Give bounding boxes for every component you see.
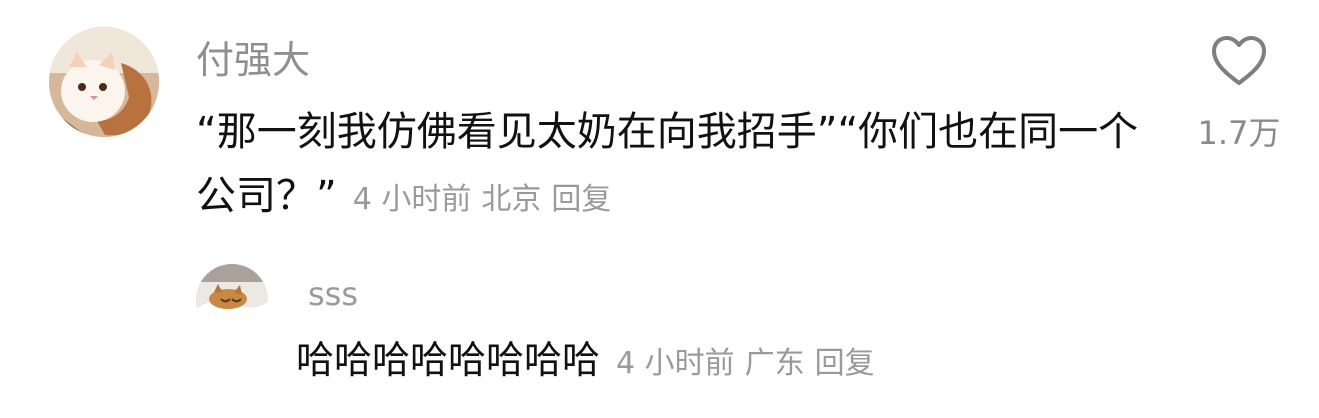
heart-outline-icon[interactable]	[1194, 34, 1284, 86]
comment-location: 北京	[481, 182, 542, 217]
reply-reply-button[interactable]: 回复	[815, 346, 875, 381]
reply-location: 广东	[744, 346, 805, 381]
like-count: 1.7万	[1197, 114, 1281, 152]
reply-avatar[interactable]	[196, 264, 268, 336]
comment-item: 付强大 “那一刻我仿佛看见太奶在向我招手”“你们也在同一个公司？” 4 小时前 北京…	[0, 0, 1319, 240]
comment-time: 4 小时前	[352, 182, 472, 217]
cat-avatar-image	[49, 27, 159, 137]
reply-button[interactable]: 回复	[551, 182, 611, 217]
comment-text: “那一刻我仿佛看见太奶在向我招手”“你们也在同一个公司？”	[196, 109, 1139, 219]
comment-meta: 4 小时前 北京 回复	[353, 182, 612, 217]
reply-username[interactable]: sss	[308, 276, 358, 312]
reply-item: sss 哈哈哈哈哈哈哈哈 4 小时前 广东 回复	[0, 250, 1319, 410]
avatar[interactable]	[49, 27, 159, 137]
cat-avatar-image	[196, 264, 268, 336]
like-button[interactable]: 1.7万	[1194, 34, 1284, 154]
comment-username[interactable]: 付强大	[196, 40, 310, 80]
reply-meta: 4 小时前 广东 回复	[616, 346, 875, 381]
reply-time: 4 小时前	[616, 346, 735, 381]
reply-body: 哈哈哈哈哈哈哈哈 4 小时前 广东 回复	[296, 334, 875, 390]
reply-text: 哈哈哈哈哈哈哈哈	[296, 338, 601, 382]
comment-body: “那一刻我仿佛看见太奶在向我招手”“你们也在同一个公司？” 4 小时前 北京 回复	[196, 100, 1171, 232]
